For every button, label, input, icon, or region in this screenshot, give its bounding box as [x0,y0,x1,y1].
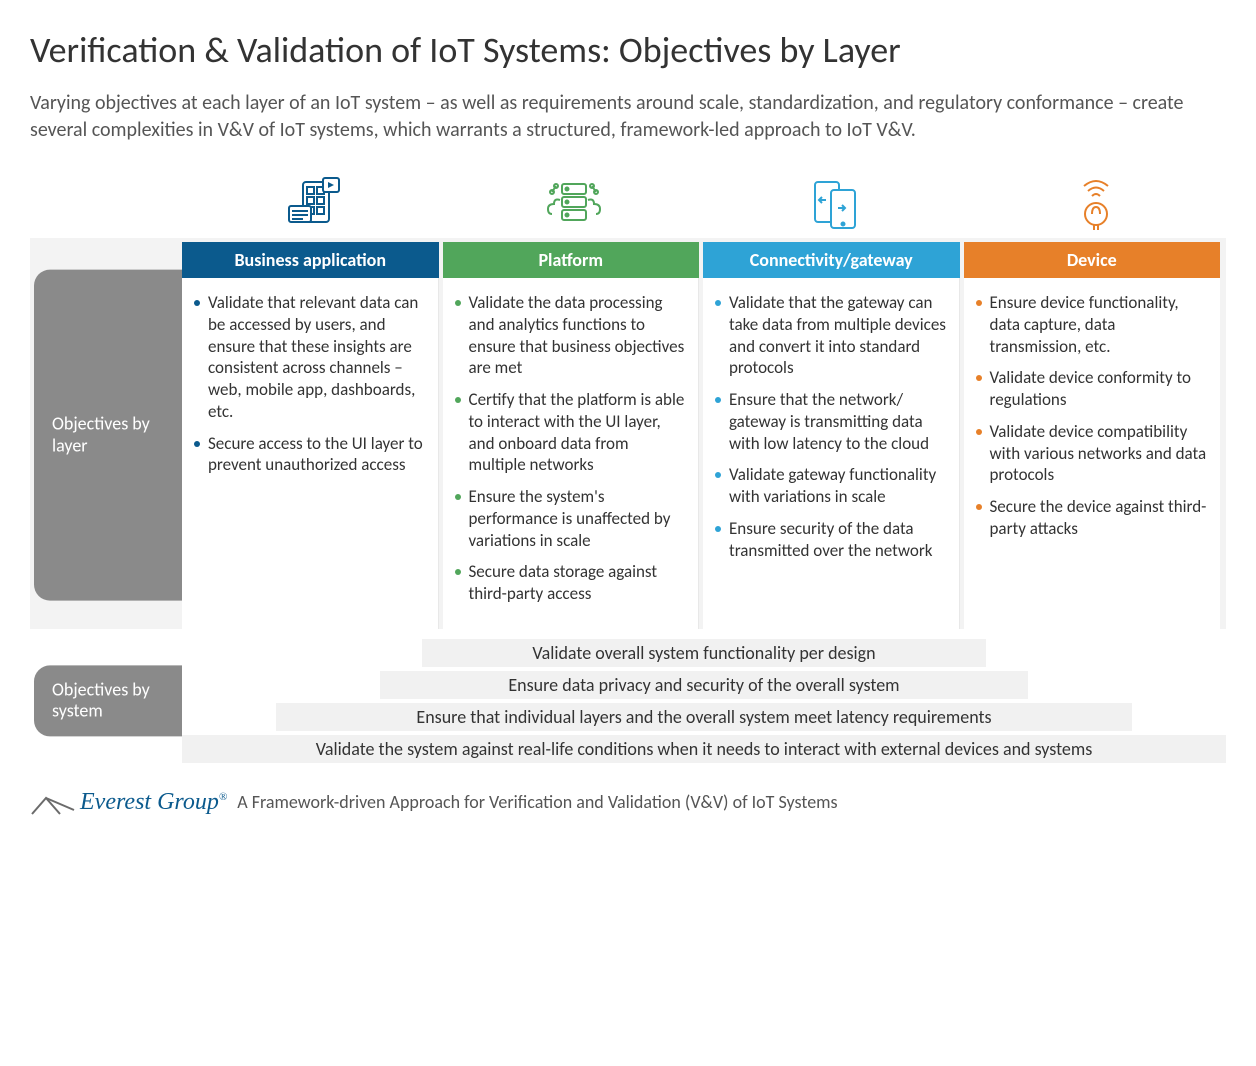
objectives-list: Validate that the gateway can take data … [709,292,949,561]
system-objective-bar: Ensure data privacy and security of the … [380,671,1027,699]
connectivity-icon [704,168,965,232]
system-bars: Validate overall system functionality pe… [182,639,1226,763]
objective-item: Validate that the gateway can take data … [709,292,949,379]
objective-item: Validate device conformity to regulation… [970,367,1211,411]
objective-item: Validate gateway functionality with vari… [709,464,949,508]
objective-item: Certify that the platform is able to int… [449,389,689,476]
objective-item: Ensure security of the data transmitted … [709,518,949,562]
objective-item: Validate device compatibility with vario… [970,421,1211,486]
column-connectivity: Connectivity/gateway Validate that the g… [703,242,960,629]
business-app-icon [182,168,443,232]
side-label-by-layer: Objectives by layer [30,242,182,629]
objectives-list: Validate the data processing and analyti… [449,292,689,605]
column-business-application: Business application Validate that relev… [182,242,439,629]
page-title: Verification & Validation of IoT Systems… [30,28,1226,72]
intro-text: Varying objectives at each layer of an I… [30,90,1210,144]
objective-item: Secure access to the UI layer to prevent… [188,433,428,477]
layers-chart: Objectives by layer Business application… [30,168,1226,763]
objectives-list: Ensure device functionality, data captur… [970,292,1211,540]
objective-item: Secure the device against third-party at… [970,496,1211,540]
system-objective-bar: Validate overall system functionality pe… [422,639,986,667]
objective-item: Ensure device functionality, data captur… [970,292,1211,357]
footer-tagline: A Framework-driven Approach for Verifica… [237,791,837,813]
columns-container: Business application Validate that relev… [182,242,1226,629]
column-header: Connectivity/gateway [703,242,960,278]
side-label-by-system: Objectives by system [30,639,182,763]
system-objective-bar: Ensure that individual layers and the ov… [276,703,1132,731]
objectives-list: Validate that relevant data can be acces… [188,292,428,476]
objective-item: Secure data storage against third-party … [449,561,689,605]
column-header: Business application [182,242,439,278]
column-header: Device [964,242,1221,278]
column-platform: Platform Validate the data processing an… [443,242,700,629]
objective-item: Ensure the system's performance is unaff… [449,486,689,551]
everest-logo-icon [30,794,76,816]
footer: Everest Group® A Framework-driven Approa… [30,789,1226,816]
objective-item: Validate that relevant data can be acces… [188,292,428,423]
objectives-by-system-block: Objectives by system Validate overall sy… [30,639,1226,763]
platform-icon [443,168,704,232]
device-icon [965,168,1226,232]
by-layer-label: Objectives by layer [52,414,168,457]
system-objective-bar: Validate the system against real-life co… [182,735,1226,763]
column-header: Platform [443,242,700,278]
column-device: Device Ensure device functionality, data… [964,242,1221,629]
objective-item: Ensure that the network/ gateway is tran… [709,389,949,454]
icon-row [182,168,1226,232]
by-system-label: Objectives by system [52,678,150,722]
brand-name: Everest Group® [78,789,227,816]
objective-item: Validate the data processing and analyti… [449,292,689,379]
objectives-by-layer-grid: Objectives by layer Business application… [30,238,1226,629]
